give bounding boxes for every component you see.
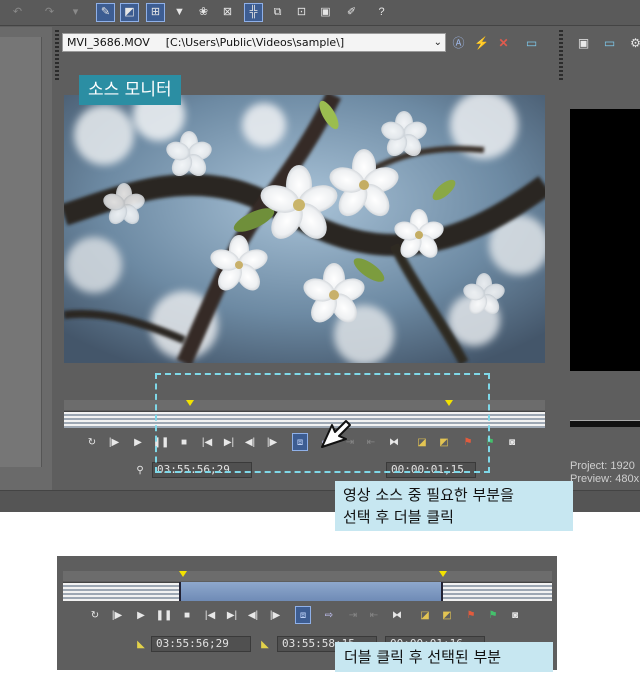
in-point-marker-icon[interactable] (179, 571, 187, 577)
callout-top-line2: 선택 후 더블 클릭 (343, 508, 454, 526)
loop-icon[interactable]: ↻ (84, 433, 100, 451)
media-file-dropdown[interactable]: MVI_3686.MOV [C:\Users\Public\Videos\samp… (62, 33, 446, 52)
video-preview-pane: ▣ ▭ ⚙ Project: 1920 Preview: 480x (566, 27, 640, 487)
preview-settings-icon[interactable]: ⚙ (626, 33, 640, 52)
timeline-ruler[interactable] (63, 571, 552, 581)
source-monitor-label: 소스 모니터 (79, 75, 181, 105)
transport-bar: ↻ |▶ ▶ ❚❚ ■ |◀ ▶| ◀| |▶ ⧈ ⇨ ⇥ ⇤ ⧓ ◪ ◩ ⚑ … (87, 606, 557, 626)
callout-top-line1: 영상 소스 중 필요한 부분을 (343, 486, 514, 504)
preview-track (570, 420, 640, 427)
lock-envelopes-icon[interactable]: ⊠ (218, 3, 237, 22)
auto-crossfade-icon[interactable]: ⧉ (268, 3, 287, 22)
redo-dropdown-icon[interactable]: ▾ (66, 3, 85, 22)
instruction-callout-top: 영상 소스 중 필요한 부분을 선택 후 더블 클릭 (335, 481, 573, 531)
set-in-icon[interactable]: ⇥ (345, 606, 361, 624)
tool-dropdown-icon[interactable]: ▼ (170, 3, 189, 22)
help-cursor-icon[interactable]: ? (372, 3, 391, 22)
loop-icon[interactable]: ↻ (87, 606, 103, 624)
marker-tool-icon[interactable]: ▣ (316, 3, 335, 22)
region-icon[interactable]: ◪ (417, 606, 433, 624)
in-point-timecode[interactable]: 03:55:56;29 (151, 636, 251, 652)
instruction-callout-bottom: 더블 클릭 후 선택된 부분 (335, 642, 553, 672)
cherry-blossom-image (64, 95, 545, 363)
project-info: Project: 1920 Preview: 480x (570, 460, 639, 486)
trim-mode-icon[interactable]: ⧈ (295, 606, 311, 624)
pause-icon[interactable]: ❚❚ (156, 606, 173, 624)
stop-icon[interactable]: ■ (179, 606, 195, 624)
vegas-source-monitor-screenshot: ↶ ↷ ▾ ✎ ◩ ⊞ ▼ ❀ ⊠ ╬ ⧉ ⊡ ▣ ✐ ? ◀ ▶ MVI_36… (0, 0, 640, 512)
region-end-icon[interactable]: ◩ (439, 606, 455, 624)
media-properties-icon[interactable]: Ⓐ (449, 33, 468, 52)
panel-grip[interactable] (55, 30, 59, 80)
media-file-path: [C:\Users\Public\Videos\sample\] (165, 36, 345, 49)
add-to-timeline-icon[interactable]: ⇨ (321, 606, 337, 624)
selection-tool-icon[interactable]: ⊞ (146, 3, 165, 22)
auto-ripple-icon[interactable]: ❀ (194, 3, 213, 22)
play-from-start-icon[interactable]: |▶ (106, 433, 122, 451)
camera-icon[interactable]: ◙ (504, 433, 520, 451)
set-out-icon[interactable]: ⇤ (366, 606, 382, 624)
play-icon[interactable]: ▶ (133, 606, 149, 624)
snapping-icon[interactable]: ╬ (244, 3, 263, 22)
undo-icon[interactable]: ↶ (8, 3, 27, 22)
play-icon[interactable]: ▶ (130, 433, 146, 451)
main-toolbar: ↶ ↷ ▾ ✎ ◩ ⊞ ▼ ❀ ⊠ ╬ ⧉ ⊡ ▣ ✐ ? (0, 0, 640, 26)
marker-flag-icon[interactable]: ⚑ (463, 606, 479, 624)
close-icon[interactable]: ✕ (494, 33, 513, 52)
prev-marker-icon[interactable]: ◀| (245, 606, 261, 624)
preview-line: Preview: 480x (570, 473, 640, 485)
region-flag-icon[interactable]: ⚑ (485, 606, 501, 624)
preview-video-area (570, 109, 640, 371)
in-point-icon: ⚲ (136, 464, 144, 476)
preview-play-icon[interactable]: ▣ (574, 33, 593, 52)
next-frame-icon[interactable]: ▶| (224, 606, 240, 624)
edit-tool-icon[interactable]: ✎ (96, 3, 115, 22)
video-frame-cherry-blossoms (64, 95, 545, 363)
prev-frame-icon[interactable]: |◀ (202, 606, 218, 624)
mouse-pointer-icon (321, 420, 351, 448)
clip-icon[interactable]: ⧓ (389, 606, 405, 624)
camera-icon[interactable]: ◙ (507, 606, 523, 624)
paint-icon[interactable]: ✐ (342, 3, 361, 22)
redo-icon[interactable]: ↷ (40, 3, 59, 22)
panel-grip[interactable] (559, 30, 563, 80)
preview-monitor-icon[interactable]: ▭ (600, 33, 619, 52)
out-point-icon: ◣ (261, 638, 269, 650)
project-line: Project: 1920 (570, 460, 635, 472)
envelope-tool-icon[interactable]: ◩ (120, 3, 139, 22)
play-from-start-icon[interactable]: |▶ (109, 606, 125, 624)
media-fx-icon[interactable]: ⚡ (472, 33, 491, 52)
zoom-tool-icon[interactable]: ⊡ (292, 3, 311, 22)
in-out-markers (179, 571, 447, 577)
monitor-icon[interactable]: ▭ (522, 33, 541, 52)
chevron-down-icon[interactable]: ⌄ (434, 34, 442, 51)
media-file-name: MVI_3686.MOV (67, 36, 150, 49)
left-pane: ◀ ▶ (0, 27, 52, 512)
next-marker-icon[interactable]: |▶ (267, 606, 283, 624)
selected-range[interactable] (179, 582, 443, 601)
out-point-marker-icon[interactable] (439, 571, 447, 577)
left-pane-content (0, 37, 42, 467)
in-point-icon: ◣ (137, 638, 145, 650)
